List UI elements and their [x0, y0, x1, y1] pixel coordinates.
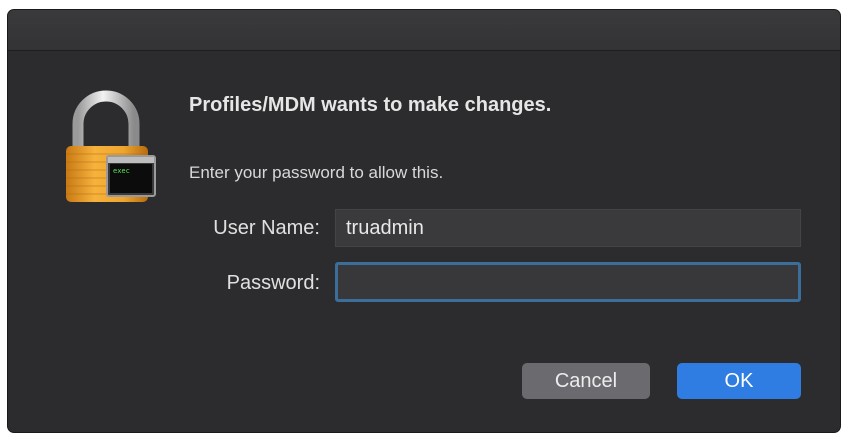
authorization-dialog: exec Profiles/MDM wants to make changes.…: [8, 10, 840, 432]
password-label: Password:: [226, 272, 320, 294]
dialog-message: Enter your password to allow this.: [189, 163, 444, 182]
terminal-exec-icon: exec: [106, 155, 156, 197]
password-field[interactable]: [335, 262, 801, 302]
terminal-exec-label: exec: [113, 167, 130, 175]
username-label: User Name:: [213, 217, 320, 239]
cancel-button[interactable]: Cancel: [522, 363, 650, 399]
dialog-titlebar[interactable]: [8, 10, 840, 51]
dialog-title: Profiles/MDM wants to make changes.: [189, 94, 552, 116]
username-field[interactable]: [335, 209, 801, 247]
ok-button[interactable]: OK: [677, 363, 801, 399]
